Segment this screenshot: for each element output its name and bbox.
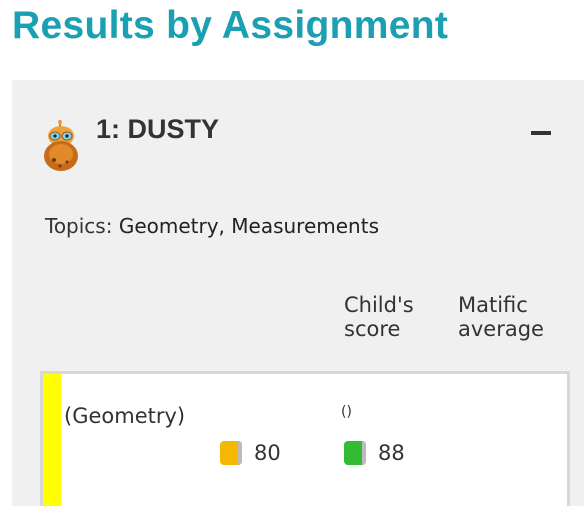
matific-average: 88 <box>344 438 405 468</box>
minus-icon <box>531 131 551 135</box>
dusty-character-icon <box>40 120 82 174</box>
topics-values: Geometry, Measurements <box>118 214 379 238</box>
child-score-header: Child's score <box>344 293 414 341</box>
assignment-title: 1: DUSTY <box>96 114 220 144</box>
child-score-value: 80 <box>254 441 281 465</box>
assignment-card: 1: DUSTY Topics: Geometry, Measurements … <box>12 80 584 506</box>
topic-note: () <box>341 404 352 420</box>
topics-label: Topics: <box>45 214 113 238</box>
average-value: 88 <box>378 441 405 465</box>
topics-line: Topics: Geometry, Measurements <box>45 214 379 238</box>
topic-name: (Geometry) <box>64 404 186 428</box>
average-swatch <box>344 441 366 465</box>
matific-average-header: Matific average <box>458 293 544 341</box>
child-score-swatch <box>220 441 242 465</box>
collapse-button[interactable] <box>528 116 556 146</box>
child-score: 80 <box>220 438 281 468</box>
topic-color-marker <box>43 374 61 506</box>
page-title: Results by Assignment <box>12 4 449 47</box>
topic-row: (Geometry) () 80 88 <box>40 371 570 506</box>
